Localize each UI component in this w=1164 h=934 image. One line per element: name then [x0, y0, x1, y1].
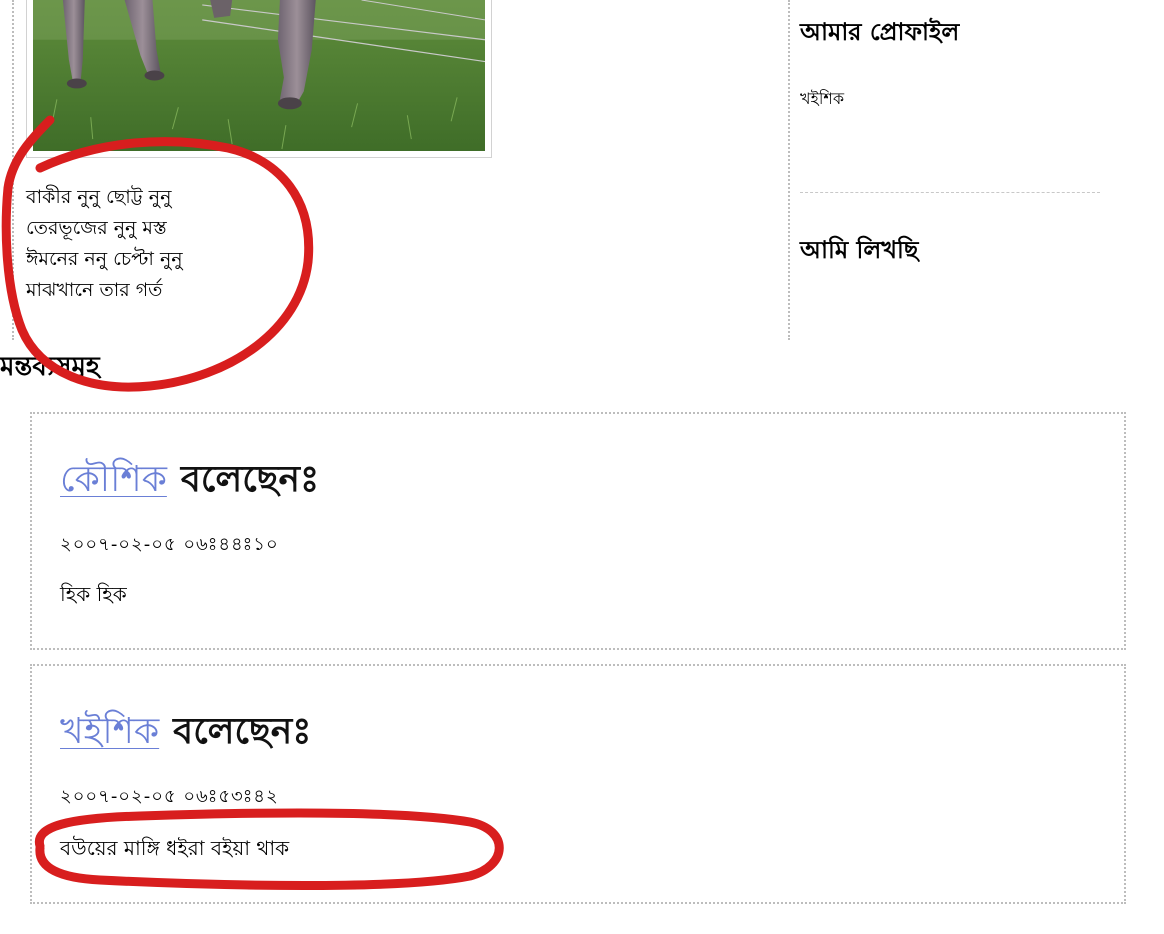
poem-line: ঈমনের ননু চেপ্টা নুনু [26, 248, 183, 270]
post-photo [26, 0, 492, 158]
poem-line: বাকীর নুনু ছোট্ট নুনু [26, 186, 172, 208]
post-area: বাকীর নুনু ছোট্ট নুনু তেরভূজের নুনু মস্ত… [12, 0, 494, 340]
comments-heading: মন্তব্যসমূহ [0, 352, 100, 382]
profile-name[interactable]: খইশিক [800, 86, 844, 113]
sidebar-divider [800, 192, 1100, 193]
profile-heading: আমার প্রোফাইল [800, 17, 960, 46]
comment-said-label: বলেছেনঃ [180, 459, 320, 500]
comment: খইশিক বলেছেনঃ ২০০৭-০২-০৫ ০৬ঃ৫৩ঃ৪২ বউয়ের … [30, 664, 1126, 904]
comment-text: হিক হিক [60, 582, 127, 606]
poem-line: মাঝখানে তার গর্ত [26, 279, 163, 301]
comment-header: খইশিক বলেছেনঃ [60, 710, 311, 754]
poem-line: তেরভূজের নুনু মস্ত [26, 217, 167, 239]
comment: কৌশিক বলেছেনঃ ২০০৭-০২-০৫ ০৬ঃ৪৪ঃ১০ হিক হিক [30, 412, 1126, 650]
comment-header: কৌশিক বলেছেনঃ [60, 458, 319, 502]
writing-heading: আমি লিখছি [800, 235, 919, 264]
comment-author-link[interactable]: খইশিক [60, 711, 159, 752]
post-poem: বাকীর নুনু ছোট্ট নুনু তেরভূজের নুনু মস্ত… [26, 182, 183, 306]
comment-text: বউয়ের মাঙ্গি ধইরা বইয়া থাক [60, 836, 290, 860]
comment-timestamp: ২০০৭-০২-০৫ ০৬ঃ৪৪ঃ১০ [60, 534, 279, 555]
comment-timestamp: ২০০৭-০২-০৫ ০৬ঃ৫৩ঃ৪২ [60, 786, 279, 807]
comment-author-link[interactable]: কৌশিক [60, 459, 167, 500]
sidebar: আমার প্রোফাইল খইশিক আমি লিখছি [788, 0, 1102, 340]
comment-said-label: বলেছেনঃ [173, 711, 312, 752]
post-photo-image [33, 0, 485, 151]
blog-page: বাকীর নুনু ছোট্ট নুনু তেরভূজের নুনু মস্ত… [0, 0, 1164, 934]
